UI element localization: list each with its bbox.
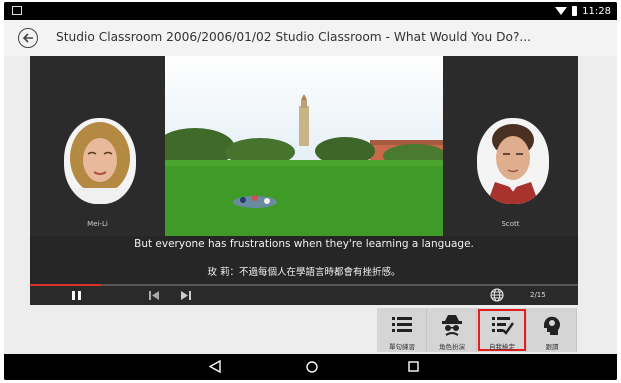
status-bar: 11:28 bbox=[4, 2, 617, 20]
arrow-left-icon bbox=[22, 33, 33, 43]
android-nav-bar bbox=[4, 354, 617, 380]
checklist-icon bbox=[492, 317, 514, 335]
speaker-panel-left: Mei-Li bbox=[30, 56, 165, 236]
device-frame: 11:28 Studio Classroom 2006/2006/01/02 S… bbox=[4, 2, 617, 380]
list-icon bbox=[392, 317, 412, 332]
clock: 11:28 bbox=[582, 5, 611, 17]
status-right: 11:28 bbox=[555, 4, 611, 18]
page-title: Studio Classroom 2006/2006/01/02 Studio … bbox=[56, 30, 532, 44]
tool-self-test[interactable]: 自我檢定 bbox=[477, 308, 527, 352]
speaker-panel-right: Scott bbox=[443, 56, 578, 236]
speaker-name-left: Mei-Li bbox=[87, 220, 108, 228]
spy-icon bbox=[442, 315, 462, 336]
head-speak-icon bbox=[543, 316, 560, 335]
video-player: Mei-Li Scott But everyone has frustratio… bbox=[30, 56, 578, 305]
tool-label: 角色扮演 bbox=[439, 343, 465, 351]
nav-back-button[interactable] bbox=[209, 360, 221, 373]
globe-icon[interactable] bbox=[490, 288, 504, 302]
tool-role-play[interactable]: 角色扮演 bbox=[427, 308, 477, 352]
previous-button[interactable] bbox=[148, 290, 160, 301]
back-arrow-button[interactable] bbox=[18, 28, 38, 48]
speaker-avatar-left bbox=[64, 118, 136, 204]
notification-icon bbox=[12, 6, 22, 15]
speaker-name-right: Scott bbox=[501, 220, 520, 228]
tool-label: 自我檢定 bbox=[489, 343, 515, 351]
pause-button[interactable] bbox=[72, 291, 81, 300]
tool-label: 跟讀 bbox=[545, 343, 559, 351]
page-counter: 2/15 bbox=[530, 291, 546, 299]
next-button[interactable] bbox=[180, 290, 192, 301]
title-bar: Studio Classroom 2006/2006/01/02 Studio … bbox=[4, 20, 617, 56]
mode-toolbar: 單句練習 角色扮演 自我檢定 跟讀 bbox=[377, 308, 577, 352]
pause-icon bbox=[72, 291, 75, 300]
speaker-avatar-right bbox=[477, 118, 549, 204]
tool-sentence-practice[interactable]: 單句練習 bbox=[377, 308, 427, 352]
battery-icon bbox=[572, 6, 578, 16]
video-frame[interactable] bbox=[165, 56, 443, 236]
subtitle-english: But everyone has frustrations when they'… bbox=[134, 238, 474, 250]
app-window: Studio Classroom 2006/2006/01/02 Studio … bbox=[4, 20, 617, 354]
wifi-icon bbox=[555, 7, 568, 15]
tool-label: 單句練習 bbox=[389, 343, 415, 351]
tool-shadowing[interactable]: 跟讀 bbox=[527, 308, 577, 352]
pause-icon bbox=[78, 291, 81, 300]
nav-recent-apps-button[interactable] bbox=[408, 361, 419, 372]
subtitle-chinese: 玫 莉：不過每個人在學語言時都會有挫折感。 bbox=[207, 267, 401, 278]
nav-home-button[interactable] bbox=[306, 361, 318, 373]
player-controls: 2/15 bbox=[30, 286, 578, 305]
